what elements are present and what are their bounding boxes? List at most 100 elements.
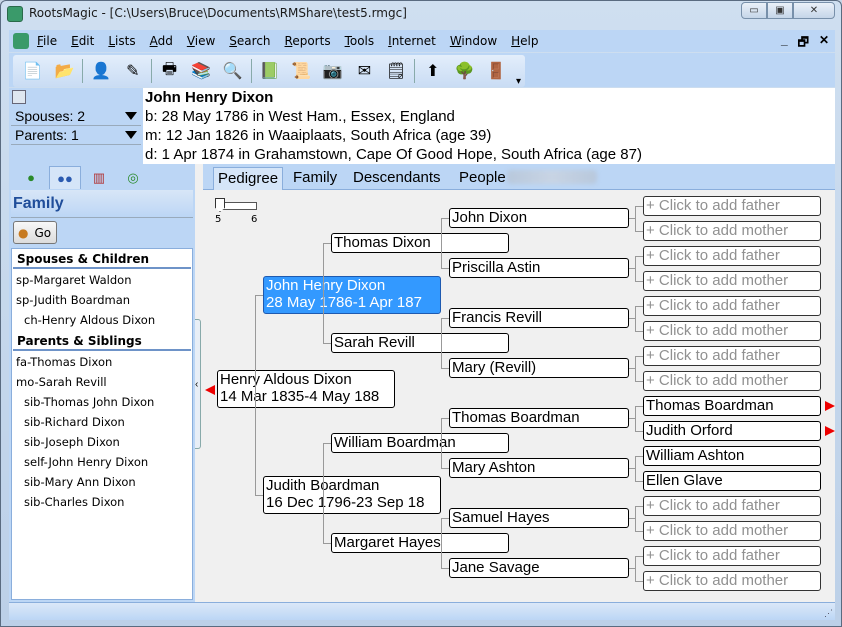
ancestor-box[interactable]: Sarah Revill <box>331 333 509 353</box>
list-item[interactable]: mo-Sarah Revill <box>12 373 192 393</box>
camera-icon[interactable]: 📷 <box>321 59 345 83</box>
note-icon[interactable]: 🗒 <box>384 59 408 83</box>
toolbar-separator <box>82 59 84 83</box>
add-parent-placeholder[interactable]: + Click to add mother <box>643 571 821 591</box>
menu-view[interactable]: View <box>187 34 215 48</box>
ancestor-box[interactable]: John Dixon <box>449 208 629 228</box>
menu-tools[interactable]: Tools <box>345 34 375 48</box>
connector-line <box>441 218 449 219</box>
section-header: Parents & Siblings <box>13 331 191 351</box>
panel-splitter[interactable]: ‹ <box>195 164 203 602</box>
selected-person-box[interactable]: John Henry Dixon 28 May 1786-1 Apr 187 <box>263 276 441 314</box>
exit-door-icon[interactable]: 🚪 <box>484 59 508 83</box>
menu-reports[interactable]: Reports <box>285 34 331 48</box>
tree-icon[interactable]: 🌳 <box>453 59 477 83</box>
ancestor-box[interactable]: Mary (Revill) <box>449 358 629 378</box>
add-parent-placeholder[interactable]: + Click to add mother <box>643 521 821 541</box>
add-parent-placeholder[interactable]: + Click to add father <box>643 296 821 316</box>
minimize-button[interactable]: ▭ <box>741 2 767 19</box>
tab-web[interactable]: ◎ <box>117 166 149 189</box>
publish-icon[interactable]: 📗 <box>258 59 282 83</box>
ancestor-box[interactable]: William Boardman <box>331 433 509 453</box>
list-item[interactable]: sib-Joseph Dixon <box>12 433 192 453</box>
menu-add[interactable]: Add <box>150 34 173 48</box>
new-file-icon[interactable]: 📄 <box>21 59 45 83</box>
close-button[interactable]: ✕ <box>793 2 835 19</box>
add-parent-placeholder[interactable]: + Click to add father <box>643 196 821 216</box>
ancestor-box[interactable]: Thomas Boardman <box>643 396 821 416</box>
ancestor-box[interactable]: Judith Orford <box>643 421 821 441</box>
ancestor-box[interactable]: Mary Ashton <box>449 458 629 478</box>
list-item[interactable]: fa-Thomas Dixon <box>12 353 192 373</box>
more-ancestors-arrow-icon[interactable] <box>825 401 835 411</box>
mdi-close-button[interactable]: ✕ <box>819 33 829 54</box>
connector-line <box>323 543 331 544</box>
menu-search[interactable]: Search <box>229 34 270 48</box>
ancestor-box[interactable]: Francis Revill <box>449 308 629 328</box>
print-icon[interactable]: 🖶 <box>158 59 182 83</box>
more-ancestors-arrow-icon[interactable] <box>825 426 835 436</box>
books-icon[interactable]: 📚 <box>189 59 213 83</box>
add-parent-placeholder[interactable]: + Click to add mother <box>643 271 821 291</box>
menu-internet[interactable]: Internet <box>388 34 436 48</box>
ancestor-box[interactable]: Priscilla Astin <box>449 258 629 278</box>
ancestor-box[interactable]: Thomas Boardman <box>449 408 629 428</box>
tab-book[interactable]: ▥ <box>83 166 115 189</box>
root-person-box[interactable]: Henry Aldous Dixon 14 Mar 1835-4 May 188 <box>217 370 395 408</box>
collapse-arrow-icon[interactable]: ‹ <box>195 379 198 390</box>
tab-family[interactable]: Family <box>289 167 341 190</box>
list-item[interactable]: sib-Mary Ann Dixon <box>12 473 192 493</box>
ancestor-box[interactable]: Jane Savage <box>449 558 629 578</box>
list-item[interactable]: sib-Richard Dixon <box>12 413 192 433</box>
go-button[interactable]: ● Go <box>13 221 57 244</box>
ancestor-box[interactable]: Samuel Hayes <box>449 508 629 528</box>
menu-edit[interactable]: Edit <box>71 34 94 48</box>
person-name: + Click to add mother <box>646 572 789 589</box>
toolbar-overflow-icon[interactable]: ▾ <box>516 76 521 87</box>
tab-descendants[interactable]: Descendants <box>349 167 445 190</box>
ancestor-box[interactable]: William Ashton <box>643 446 821 466</box>
list-item[interactable]: sib-Charles Dixon <box>12 493 192 513</box>
ancestor-box[interactable]: Judith Boardman 16 Dec 1796-23 Sep 18 <box>263 476 441 514</box>
ancestor-box[interactable]: Thomas Dixon <box>331 233 509 253</box>
parents-dropdown[interactable]: Parents: 1 <box>11 127 141 145</box>
tab-pedigree[interactable]: Pedigree <box>213 167 284 190</box>
merge-sign-icon[interactable]: ⬆ <box>421 59 445 83</box>
list-item[interactable]: self-John Henry Dixon <box>12 453 192 473</box>
spouses-dropdown[interactable]: Spouses: 2 <box>11 108 141 126</box>
tab-people[interactable]: People <box>455 167 510 190</box>
mdi-minimize-button[interactable]: _ <box>781 33 788 54</box>
certificate-icon[interactable] <box>12 90 26 104</box>
ancestor-box[interactable]: Margaret Hayes <box>331 533 509 553</box>
menu-lists[interactable]: Lists <box>108 34 135 48</box>
ancestor-box[interactable]: Ellen Glave <box>643 471 821 491</box>
add-parent-placeholder[interactable]: + Click to add mother <box>643 371 821 391</box>
add-parent-placeholder[interactable]: + Click to add father <box>643 496 821 516</box>
list-item[interactable]: sp-Judith Boardman <box>12 291 192 311</box>
resize-grip-icon[interactable]: ⋰ <box>824 608 833 619</box>
add-parent-placeholder[interactable]: + Click to add father <box>643 546 821 566</box>
connector-line <box>441 568 449 569</box>
maximize-button[interactable]: ▣ <box>767 2 793 19</box>
document-icon[interactable] <box>13 33 29 49</box>
add-parent-placeholder[interactable]: + Click to add mother <box>643 221 821 241</box>
edit-person-icon[interactable]: ✎ <box>121 59 145 83</box>
add-parent-placeholder[interactable]: + Click to add mother <box>643 321 821 341</box>
tab-family[interactable]: ●● <box>49 166 81 189</box>
add-parent-placeholder[interactable]: + Click to add father <box>643 246 821 266</box>
menu-help[interactable]: Help <box>511 34 538 48</box>
tab-person[interactable]: ● <box>15 166 47 189</box>
menu-window[interactable]: Window <box>450 34 497 48</box>
descendants-arrow-icon[interactable] <box>205 385 215 395</box>
card-icon[interactable]: ✉ <box>353 59 377 83</box>
list-item[interactable]: ch-Henry Aldous Dixon <box>12 311 192 331</box>
menu-file[interactable]: File <box>37 34 57 48</box>
list-item[interactable]: sp-Margaret Waldon <box>12 271 192 291</box>
list-item[interactable]: sib-Thomas John Dixon <box>12 393 192 413</box>
search-icon[interactable]: 🔍 <box>221 59 245 83</box>
add-parent-placeholder[interactable]: + Click to add father <box>643 346 821 366</box>
add-person-icon[interactable]: 👤 <box>89 59 113 83</box>
mdi-restore-button[interactable]: 🗗 <box>798 33 809 54</box>
certificate-icon[interactable]: 📜 <box>289 59 313 83</box>
open-file-icon[interactable]: 📂 <box>53 59 77 83</box>
